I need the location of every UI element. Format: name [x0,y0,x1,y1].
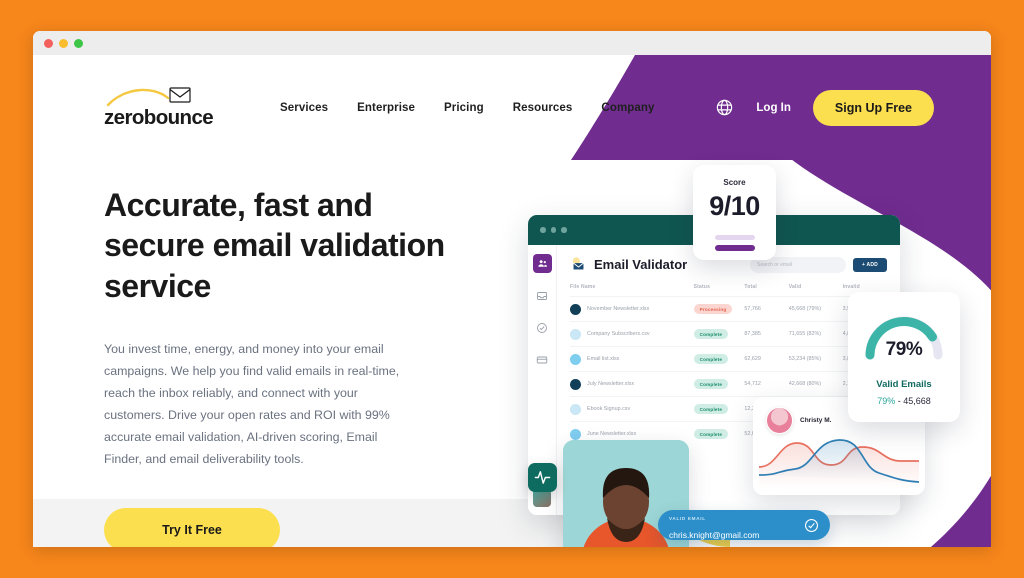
cell-status: Complete [693,346,745,372]
cell-total: 87,385 [744,321,789,347]
cell-status: Complete [693,421,745,446]
dashboard-title: Email Validator [594,257,688,272]
chart-svg [758,439,920,489]
col-total: Total [744,284,757,290]
score-bar-dark [714,244,755,251]
contacts-icon[interactable] [532,254,552,273]
browser-window: zerobounce Services Enterprise Pricing R… [33,31,991,547]
card-icon[interactable] [533,350,552,369]
nav-item-services[interactable]: Services [280,102,328,114]
table-row[interactable]: Email list.xlsx Complete 62,629 53,234 (85%… [570,346,887,372]
activity-pulse-icon [528,463,557,492]
cell-status: Complete [693,396,745,422]
logo-word-bounce: bounce [143,106,214,130]
gauge-detail-count: - 45,668 [895,396,931,406]
nav-item-enterprise[interactable]: Enterprise [357,102,415,114]
cell-file-name: November Newsletter.xlsx [570,296,694,322]
cell-total: 62,629 [744,346,789,372]
close-button[interactable] [44,38,53,48]
hero-headline: Accurate, fast and secure email validati… [104,187,445,304]
col-valid: Valid [788,284,802,290]
check-circle-icon [804,518,819,533]
col-file-name: File Name [570,284,596,290]
nav-right-group: Log In Sign Up Free [715,89,934,126]
cell-file-name: Email list.xlsx [570,346,694,372]
minimize-button[interactable] [59,38,68,48]
nav-item-resources[interactable]: Resources [513,102,573,114]
cell-file-name: July Newsletter.xlsx [570,371,694,397]
logo-wordmark: zerobounce [104,108,234,129]
cell-file-name: Company Subscribers.csv [570,321,694,347]
logo-swoosh-envelope-icon [104,86,234,108]
maximize-button[interactable] [74,38,83,48]
gauge-detail-percent: 79% [877,396,896,406]
table-row[interactable]: July Newsletter.xlsx Complete 54,712 42,668… [570,371,887,397]
table-header-row: File Name Status Total Valid Invalid [570,284,887,297]
gauge-title: Valid Emails [876,379,932,390]
logo-word-zero: zero [104,106,144,130]
valid-email-pill: VALID EMAIL chris.knight@gmail.com [658,510,830,540]
zerobounce-logo[interactable]: zerobounce [104,86,234,129]
nav-links: Services Enterprise Pricing Resources Co… [280,102,655,114]
add-button[interactable]: + ADD [853,257,887,272]
email-validator-icon [570,256,587,273]
cell-status: Complete [693,371,745,397]
login-link[interactable]: Log In [756,102,791,114]
dashboard-toolbar: Search or email + ADD [750,256,887,273]
inbox-icon[interactable] [533,286,552,305]
cell-valid: 45,668 (79%) [788,296,843,322]
signup-free-button[interactable]: Sign Up Free [812,89,934,126]
check-circle-icon[interactable] [533,318,552,337]
valid-email-label: VALID EMAIL [669,516,706,521]
cell-total: 54,712 [744,371,789,397]
cell-file-name: Ebook Signup.csv [570,396,694,422]
cell-valid: 71,655 (82%) [788,321,843,347]
table-row[interactable]: November Newsletter.xlsx Processing 57,766… [570,296,887,322]
site-navbar: zerobounce Services Enterprise Pricing R… [33,55,991,160]
window-titlebar [33,31,991,55]
product-illustration: Email Validator Search or email + ADD Fi… [488,165,988,547]
nav-item-pricing[interactable]: Pricing [444,102,484,114]
score-label: Score [723,178,746,187]
cell-status: Complete [693,321,745,347]
cell-status: Processing [693,296,745,322]
landing-page: zerobounce Services Enterprise Pricing R… [33,55,991,547]
col-status: Status [693,284,711,290]
globe-icon[interactable] [715,98,734,117]
nav-item-company[interactable]: Company [601,102,654,114]
gauge-percent: 79% [885,339,923,360]
score-bar-light [714,235,755,240]
gauge-detail: 79% - 45,668 [877,396,931,406]
score-value: 9/10 [709,191,760,221]
try-it-free-button[interactable]: Try It Free [104,508,280,547]
cell-valid: 42,668 (80%) [788,371,843,397]
cell-valid: 53,234 (85%) [788,346,843,372]
score-card: Score 9/10 [693,165,776,260]
table-row[interactable]: Company Subscribers.csv Complete 87,385 71,… [570,321,887,347]
cell-total: 57,766 [744,296,789,322]
valid-email-address: chris.knight@gmail.com [669,530,760,540]
valid-emails-gauge-card: 79% Valid Emails 79% - 45,668 [848,292,960,422]
chart-person-name: Christy M. [800,417,832,424]
hero-section: Accurate, fast and secure email validati… [104,185,474,547]
hero-body-text: You invest time, energy, and money into … [104,341,400,467]
